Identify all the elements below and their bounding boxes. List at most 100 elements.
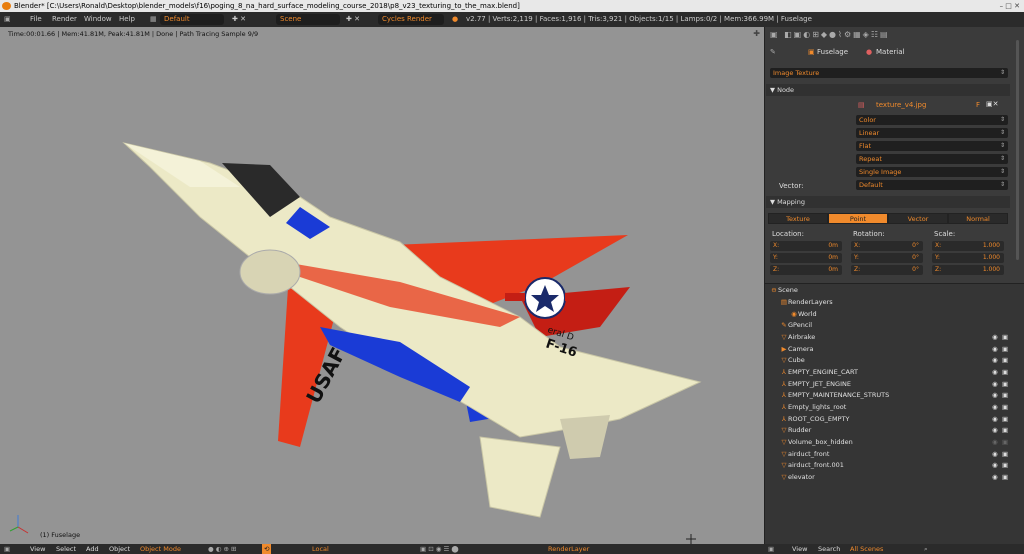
interpolation-select[interactable]: Linear	[856, 128, 1008, 138]
rotation-y-field[interactable]: Y: 0°	[851, 253, 923, 263]
viewport-menu-view[interactable]: View	[30, 544, 45, 554]
render-icon[interactable]: ▣	[1002, 367, 1008, 378]
eye-icon[interactable]: ◉	[992, 379, 998, 390]
render-icon[interactable]: ▣	[1002, 402, 1008, 413]
outliner-row-airduct-front-001[interactable]: ▽ airduct_front.001 ◉ ▣	[770, 460, 1010, 471]
outliner-menu-search[interactable]: Search	[818, 544, 840, 554]
eye-closed-icon[interactable]: ◉	[992, 437, 998, 448]
scale-y-field[interactable]: Y: 1.000	[932, 253, 1004, 263]
image-icon[interactable]: ▤	[858, 101, 865, 109]
pin-icon[interactable]: ✎	[770, 48, 776, 56]
outliner-row-empty-maintenance-struts[interactable]: ⅄ EMPTY_MAINTENANCE_STRUTS ◉ ▣	[770, 390, 1010, 401]
color-mode-select[interactable]: Color	[856, 115, 1008, 125]
tab-texture[interactable]: Texture	[768, 213, 828, 224]
eye-icon[interactable]: ◉	[992, 414, 998, 425]
open-image-icon[interactable]: ▣✕	[986, 100, 998, 108]
orientation-select[interactable]: Local	[312, 544, 329, 554]
outliner-row-camera[interactable]: ▶ Camera ◉ ▣	[770, 344, 1010, 355]
screen-layout-icon[interactable]: ▦	[150, 14, 157, 25]
screen-layout-field[interactable]: Default	[160, 14, 224, 25]
outliner-row-volume-box-hidden[interactable]: ▽ Volume_box_hidden ◉ ▣	[770, 437, 1010, 448]
outliner-row-empty-engine-cart[interactable]: ⅄ EMPTY_ENGINE_CART ◉ ▣	[770, 367, 1010, 378]
rotation-x-field[interactable]: X: 0°	[851, 241, 923, 251]
viewport-corner-icon[interactable]: ✚	[753, 29, 760, 38]
eye-icon[interactable]: ◉	[992, 472, 998, 483]
render-icon[interactable]: ▣	[1002, 414, 1008, 425]
add-scene-icon[interactable]: ✚ ✕	[346, 14, 360, 25]
eye-icon[interactable]: ◉	[992, 367, 998, 378]
image-name-field[interactable]: texture_v4.jpg	[876, 101, 926, 109]
scale-z-field[interactable]: Z: 1.000	[932, 265, 1004, 275]
outliner-editor-icon[interactable]: ▣	[768, 544, 774, 554]
vector-input-select[interactable]: Default	[856, 180, 1008, 190]
outliner-row-airduct-front[interactable]: ▽ airduct_front ◉ ▣	[770, 449, 1010, 460]
tab-vector[interactable]: Vector	[888, 213, 948, 224]
tab-point[interactable]: Point	[828, 213, 888, 224]
menu-render[interactable]: Render	[52, 14, 77, 25]
render-engine-select[interactable]: Cycles Render	[378, 14, 444, 25]
render-icon[interactable]: ▣	[1002, 344, 1008, 355]
eye-icon[interactable]: ◉	[992, 390, 998, 401]
eye-icon[interactable]: ◉	[992, 460, 998, 471]
extension-select[interactable]: Repeat	[856, 154, 1008, 164]
render-icon[interactable]: ▣	[1002, 460, 1008, 471]
render-icon[interactable]: ▣	[1002, 472, 1008, 483]
mapping-section-header[interactable]: ▼ Mapping	[766, 196, 1010, 208]
render-icon[interactable]: ▣	[1002, 449, 1008, 460]
menu-file[interactable]: File	[30, 14, 42, 25]
eye-icon[interactable]: ◉	[992, 402, 998, 413]
outliner-menu-view[interactable]: View	[792, 544, 807, 554]
eye-icon[interactable]: ◉	[992, 355, 998, 366]
outliner-row-cube[interactable]: ▽ Cube ◉ ▣	[770, 355, 1010, 366]
render-icon[interactable]: ▣	[1002, 379, 1008, 390]
outliner-row-empty-jet-engine[interactable]: ⅄ EMPTY_JET_ENGINE ◉ ▣	[770, 379, 1010, 390]
scale-x-field[interactable]: X: 1.000	[932, 241, 1004, 251]
eye-icon[interactable]: ◉	[992, 332, 998, 343]
search-icon[interactable]: ⌕	[924, 544, 928, 554]
projection-select[interactable]: Flat	[856, 141, 1008, 151]
source-select[interactable]: Single Image	[856, 167, 1008, 177]
outliner-row-rudder[interactable]: ▽ Rudder ◉ ▣	[770, 425, 1010, 436]
render-layer-select[interactable]: RenderLayer	[548, 544, 589, 554]
display-mode-select[interactable]: All Scenes	[850, 544, 883, 554]
context-material-label[interactable]: Material	[876, 48, 904, 56]
node-type-select[interactable]: Image Texture	[770, 68, 1008, 78]
editor-type-icon[interactable]: ▣	[4, 14, 11, 25]
outliner-row-root-cog-empty[interactable]: ⅄ ROOT_COG_EMPTY ◉ ▣	[770, 414, 1010, 425]
object-mode-select[interactable]: Object Mode	[140, 544, 181, 554]
location-x-field[interactable]: X: 0m	[770, 241, 842, 251]
menu-window[interactable]: Window	[84, 14, 112, 25]
manipulator-icon[interactable]: ⟲	[262, 544, 272, 554]
shading-icons[interactable]: ● ◐ ⊕ ⊞	[208, 544, 236, 554]
location-y-field[interactable]: Y: 0m	[770, 253, 842, 263]
outliner-row-empty-lights-root[interactable]: ⅄ Empty_lights_root ◉ ▣	[770, 402, 1010, 413]
node-section-header[interactable]: ▼ Node	[766, 84, 1010, 96]
window-controls[interactable]: – □ ✕	[1000, 0, 1020, 12]
fake-user-toggle[interactable]: F	[976, 101, 980, 109]
outliner-row-airbrake[interactable]: ▽ Airbrake ◉ ▣	[770, 332, 1010, 343]
outliner-row-renderlayers[interactable]: ▤RenderLayers	[770, 297, 1010, 308]
3d-viewport[interactable]: USAF F-16 eral D Time:00:01.66 | Mem:41.…	[0, 27, 764, 544]
context-object-label[interactable]: Fuselage	[817, 48, 848, 56]
layer-icons[interactable]: ▣ ⊡ ◉ ☰ ⬤	[420, 544, 459, 554]
outliner-row-scene[interactable]: ⊖Scene	[770, 285, 1010, 296]
menu-help[interactable]: Help	[119, 14, 135, 25]
outliner-row-world[interactable]: ◉World	[770, 309, 1010, 320]
add-layout-icon[interactable]: ✚ ✕	[232, 14, 246, 25]
scene-field[interactable]: Scene	[276, 14, 340, 25]
viewport-menu-object[interactable]: Object	[109, 544, 130, 554]
eye-icon[interactable]: ◉	[992, 425, 998, 436]
rotation-z-field[interactable]: Z: 0°	[851, 265, 923, 275]
properties-context-icons[interactable]: ▣ ◧▣◐⊞◆●⌇⚙▦◈☷▤	[770, 30, 890, 39]
render-icon[interactable]: ▣	[1002, 425, 1008, 436]
render-icon[interactable]: ▣	[1002, 390, 1008, 401]
viewport-menu-add[interactable]: Add	[86, 544, 99, 554]
outliner-row-elevator[interactable]: ▽ elevator ◉ ▣	[770, 472, 1010, 483]
viewport-menu-select[interactable]: Select	[56, 544, 76, 554]
properties-scrollbar[interactable]	[1016, 40, 1019, 260]
eye-icon[interactable]: ◉	[992, 449, 998, 460]
tab-normal[interactable]: Normal	[948, 213, 1008, 224]
outliner-row-gpencil[interactable]: ✎GPencil	[770, 320, 1010, 331]
eye-icon[interactable]: ◉	[992, 344, 998, 355]
location-z-field[interactable]: Z: 0m	[770, 265, 842, 275]
